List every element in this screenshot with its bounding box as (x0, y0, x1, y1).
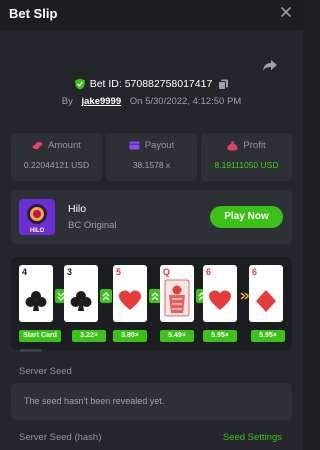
server-seed-field: The seed hasn't been revealed yet. (11, 383, 292, 420)
stat-amount-label: Amount (48, 140, 81, 151)
seed-settings-link[interactable]: Seed Settings (223, 432, 282, 443)
bet-id-row: Bet ID: 570882758017417 (0, 78, 303, 94)
diamonds-icon (256, 290, 276, 312)
card-icon (129, 141, 140, 150)
share-icon[interactable] (262, 57, 278, 73)
stat-payout: Payout 38.1578 x (106, 133, 197, 181)
clubs-icon (25, 291, 47, 311)
bet-author-row: By jake9999 On 5/30/2022, 4:12:50 PM (0, 96, 303, 110)
card-history-scrollbar[interactable] (20, 349, 42, 352)
stat-profit-value: 8.19111050 USD (214, 160, 279, 170)
bet-date: On 5/30/2022, 4:12:50 PM (129, 96, 242, 107)
coins-icon (32, 142, 43, 150)
bet-id-text: Bet ID: 570882758017417 (89, 78, 213, 90)
queen-face-icon (164, 279, 190, 317)
card-rank: 4 (22, 267, 28, 277)
card-history: 4 Start Card 3 3.22× 5 3.80× Q 5.49× 6 5… (11, 257, 292, 350)
bet-stats: Amount 0.22044121 USD Payout 38.1578 x P… (11, 133, 292, 181)
card-item: Q (160, 265, 194, 322)
stat-amount-value: 0.22044121 USD (23, 160, 90, 170)
by-label: By (61, 96, 73, 107)
card-item: 5 (113, 265, 147, 322)
clubs-icon (70, 291, 92, 311)
card-item: 6 (203, 265, 237, 322)
higher-arrow-icon (100, 289, 112, 303)
username-link[interactable]: jake9999 (82, 96, 122, 107)
card-rank: Q (163, 267, 171, 277)
hilo-logo-text: HILO (30, 228, 45, 234)
stat-profit: Profit 8.19111050 USD (201, 133, 292, 181)
card-multiplier: Start Card (19, 330, 61, 342)
hilo-game-thumbnail[interactable]: HILO (19, 199, 55, 235)
header-title: Bet Slip (9, 6, 58, 21)
server-seed-label: Server Seed (19, 366, 72, 377)
card-rank: 6 (252, 267, 258, 277)
server-seed-hash-label: Server Seed (hash) (19, 432, 102, 443)
card-multiplier: 3.22× (72, 330, 106, 342)
stat-payout-value: 38.1578 x (132, 160, 171, 170)
card-rank: 5 (116, 267, 122, 277)
copy-icon[interactable] (218, 79, 229, 90)
card-multiplier: 5.49× (160, 330, 194, 342)
play-now-button[interactable]: Play Now (210, 206, 283, 228)
stat-profit-label: Profit (243, 140, 266, 151)
card-rank: 3 (67, 267, 73, 277)
hearts-icon (119, 290, 141, 310)
money-bag-icon (227, 141, 238, 150)
card-item: 4 (19, 265, 53, 322)
close-icon[interactable] (279, 5, 293, 19)
card-item: 3 (64, 265, 98, 322)
card-multiplier: 5.95× (203, 330, 237, 342)
game-provider: BC Original (68, 220, 117, 231)
card-multiplier: 5.95× (251, 330, 285, 342)
game-name: Hilo (68, 203, 87, 215)
bet-slip-header: Bet Slip (0, 0, 303, 30)
hearts-icon (209, 290, 231, 310)
verified-shield-icon (74, 78, 85, 90)
card-rank: 6 (206, 267, 212, 277)
stat-amount: Amount 0.22044121 USD (11, 133, 102, 181)
card-multiplier: 3.80× (113, 330, 147, 342)
game-card: HILO Hilo BC Original Play Now (11, 190, 292, 244)
stat-payout-label: Payout (144, 140, 175, 151)
card-item: 6 (249, 265, 283, 322)
